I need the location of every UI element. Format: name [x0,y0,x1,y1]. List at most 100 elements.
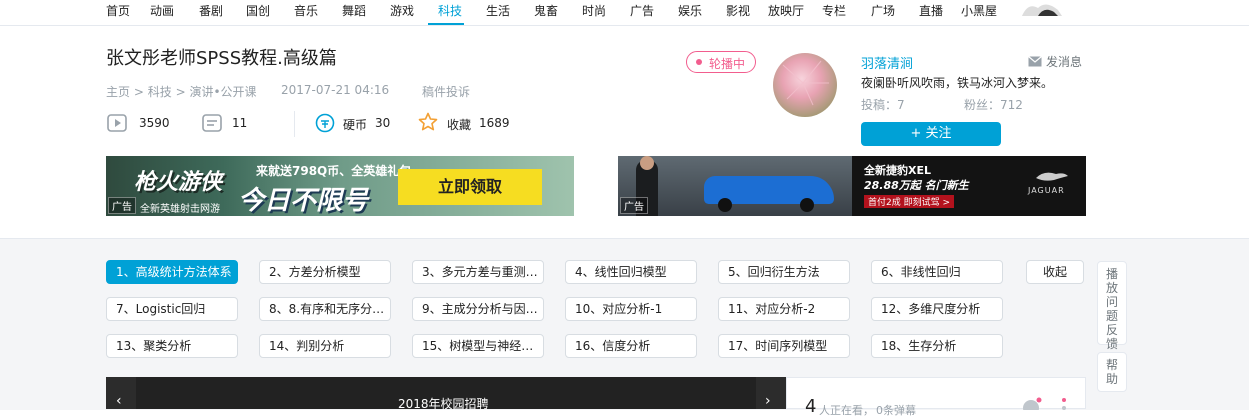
carousel-next-button[interactable]: › [765,393,771,409]
episode-item[interactable]: 9、主成分分析与因… [412,297,544,321]
ad-headline: 全新捷豹XEL [864,164,932,177]
episode-item[interactable]: 2、方差分析模型 [259,260,391,284]
favorite-label[interactable]: 收藏 [447,116,471,133]
publish-time: 2017-07-21 04:16 [281,83,390,97]
nav-item-ent[interactable]: 娱乐 [678,2,702,19]
danmaku-count-icon [202,114,222,132]
help-label: 帮助 [1105,358,1118,386]
nav-item-anime[interactable]: 动画 [150,2,174,19]
jaguar-logo-icon [1036,172,1068,181]
breadcrumb-tech[interactable]: 科技 [148,85,172,99]
ad-banner-right[interactable]: 全新捷豹XEL 28.88万起 名门新生 首付2成 即刻试驾 > JAGUAR … [618,156,1086,216]
live-badge-label: 轮播中 [709,57,746,71]
ad-subtitle: 全新英雄射击网游 [140,204,220,215]
playback-feedback-label: 播放问题反馈 [1105,267,1118,351]
ad-brand: 枪火游侠 [134,170,223,195]
nav-item-fashion[interactable]: 时尚 [582,2,606,19]
report-link[interactable]: 稿件投诉 [422,83,470,100]
ad-banner-left[interactable]: 枪火游侠 全新英雄射击网游 来就送798Q币、全英雄礼包 今日不限号 立即领取 … [106,156,574,216]
favorite-icon[interactable] [418,112,438,132]
episode-item[interactable]: 7、Logistic回归 [106,297,238,321]
episode-item[interactable]: 15、树模型与神经… [412,334,544,358]
nav-item-cinema[interactable]: 放映厅 [768,2,804,19]
breadcrumb-sep: > [175,85,186,99]
playback-feedback-button[interactable]: 播放问题反馈 [1097,261,1127,351]
watching-label: 人正在看， [819,404,874,417]
danmaku-panel: 4 人正在看， 0条弹幕 [786,377,1086,417]
nav-active-underline [428,23,464,25]
top-nav: 首页 动画 番剧 国创 音乐 舞蹈 游戏 科技 生活 鬼畜 时尚 广告 娱乐 影… [0,0,1249,26]
carousel-title[interactable]: 2018年校园招聘 [398,395,489,412]
nav-item-column[interactable]: 专栏 [822,2,846,19]
follow-button[interactable]: + 关注 [861,122,1001,146]
stats-divider [294,111,295,137]
episode-item[interactable]: 10、对应分析-1 [565,297,697,321]
episode-item[interactable]: 6、非线性回归 [871,260,1003,284]
episode-item[interactable]: 11、对应分析-2 [718,297,850,321]
danmaku-count: 11 [232,116,248,130]
nav-item-blackroom[interactable]: 小黑屋 [961,2,997,19]
nav-item-home[interactable]: 首页 [106,2,130,19]
play-count: 3590 [139,116,170,130]
episode-item[interactable]: 16、信度分析 [565,334,697,358]
ad-car-brand: JAGUAR [1028,186,1065,195]
live-badge[interactable]: 轮播中 [686,51,756,73]
ad-car-image [618,156,852,216]
ad-slogan-big: 今日不限号 [238,186,369,216]
ad-label: 广告 [108,197,136,214]
nav-item-life[interactable]: 生活 [486,2,510,19]
breadcrumb-home[interactable]: 主页 [106,85,130,99]
video-title: 张文彤老师SPSS教程.高级篇 [106,48,337,69]
nav-item-game[interactable]: 游戏 [390,2,414,19]
carousel-prev-button[interactable]: ‹ [116,393,122,409]
mascot-icon [1022,4,1062,16]
nav-item-ad[interactable]: 广告 [630,2,654,19]
live-dot-icon [696,59,702,65]
favorite-count: 1689 [479,116,510,130]
breadcrumb: 主页 > 科技 > 演讲•公开课 [106,83,257,100]
nav-item-live[interactable]: 直播 [919,2,943,19]
avatar[interactable] [773,53,837,117]
nav-item-kichiku[interactable]: 鬼畜 [534,2,558,19]
collapse-button[interactable]: 收起 [1026,260,1084,284]
help-button[interactable]: 帮助 [1097,352,1127,392]
nav-item-dance[interactable]: 舞蹈 [342,2,366,19]
episode-item[interactable]: 8、8.有序和无序分… [259,297,391,321]
episode-item[interactable]: 12、多维尺度分析 [871,297,1003,321]
ad-sub-line[interactable]: 首付2成 即刻试驾 > [864,195,954,208]
mail-icon [1028,56,1042,67]
settings-icon[interactable] [1019,396,1043,410]
uploader-signature: 夜阑卧听风吹雨，铁马冰河入梦来。 [861,76,1054,90]
nav-item-tech[interactable]: 科技 [438,2,462,19]
nav-item-bangumi[interactable]: 番剧 [199,2,223,19]
more-icon[interactable] [1057,396,1071,410]
ad-cta-button[interactable]: 立即领取 [398,169,542,205]
watching-count: 4 [805,396,817,417]
ad-label: 广告 [620,197,648,214]
uploader-name[interactable]: 羽落清涧 [861,53,913,72]
episode-item[interactable]: 4、线性回归模型 [565,260,697,284]
episode-item[interactable]: 1、高级统计方法体系 [106,260,238,284]
episode-item[interactable]: 13、聚类分析 [106,334,238,358]
play-count-icon [107,114,127,132]
episode-item[interactable]: 3、多元方差与重测… [412,260,544,284]
episode-item[interactable]: 5、回归衍生方法 [718,260,850,284]
nav-item-guochuang[interactable]: 国创 [246,2,270,19]
coin-count: 30 [375,116,391,130]
ad-car-text-area: 全新捷豹XEL 28.88万起 名门新生 首付2成 即刻试驾 > JAGUAR [852,156,1086,216]
uploader-fans[interactable]: 粉丝：712 [964,96,1023,113]
breadcrumb-sep: > [133,85,144,99]
danmaku-count-label: 0条弹幕 [876,404,916,417]
uploader-uploads[interactable]: 投稿：7 [861,96,905,113]
nav-item-square[interactable]: 广场 [871,2,895,19]
nav-item-music[interactable]: 音乐 [294,2,318,19]
coin-label[interactable]: 硬币 [343,116,367,133]
send-message-link[interactable]: 发消息 [1028,53,1082,70]
nav-item-movie[interactable]: 影视 [726,2,750,19]
ad-slogan-top: 来就送798Q币、全英雄礼包 [256,164,412,178]
episode-item[interactable]: 18、生存分析 [871,334,1003,358]
breadcrumb-talks[interactable]: 演讲•公开课 [189,85,256,99]
episode-item[interactable]: 14、判别分析 [259,334,391,358]
coin-icon[interactable] [315,113,335,133]
episode-item[interactable]: 17、时间序列模型 [718,334,850,358]
